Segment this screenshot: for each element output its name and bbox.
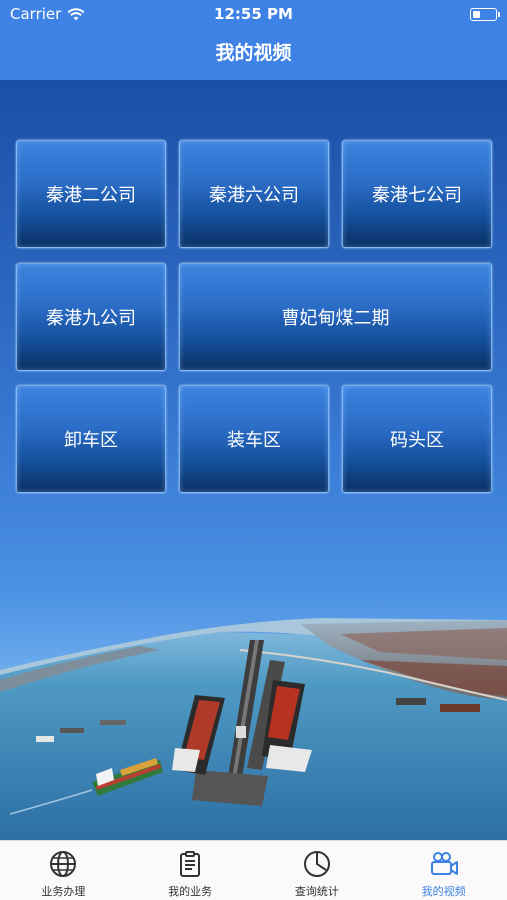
tile-unloading-area[interactable]: 卸车区 <box>16 385 166 493</box>
tile-qingang-7[interactable]: 秦港七公司 <box>342 140 492 248</box>
clipboard-icon <box>180 851 201 877</box>
header: Carrier 12:55 PM 我的视频 <box>0 0 507 80</box>
tile-label: 秦港七公司 <box>372 185 462 206</box>
tile-label: 秦港二公司 <box>46 185 136 206</box>
port-aerial-image <box>0 618 507 840</box>
battery-level <box>472 10 480 18</box>
tab-my-business[interactable]: 我的业务 <box>127 841 254 900</box>
tile-label: 装车区 <box>227 430 281 451</box>
tab-business[interactable]: 业务办理 <box>0 841 127 900</box>
tile-qingang-2[interactable]: 秦港二公司 <box>16 140 166 248</box>
page-title: 我的视频 <box>215 42 292 64</box>
tile-caofeidian-coal-phase2[interactable]: 曹妃甸煤二期 <box>179 263 492 371</box>
video-camera-icon <box>430 852 458 875</box>
status-time: 12:55 PM <box>214 5 293 23</box>
tab-label: 我的视频 <box>421 885 466 898</box>
tile-qingang-6[interactable]: 秦港六公司 <box>179 140 329 248</box>
tab-query-stats[interactable]: 查询统计 <box>254 841 381 900</box>
status-bar: Carrier 12:55 PM <box>0 0 507 28</box>
tile-loading-area[interactable]: 装车区 <box>179 385 329 493</box>
tab-label: 查询统计 <box>294 885 339 898</box>
tile-qingang-9[interactable]: 秦港九公司 <box>16 263 166 371</box>
video-main-panel: 秦港二公司 秦港六公司 秦港七公司 秦港九公司 曹妃甸煤二期 卸车区 装车区 码… <box>0 80 507 840</box>
tab-label: 我的业务 <box>168 885 213 898</box>
battery-icon <box>470 8 500 21</box>
tile-label: 码头区 <box>390 430 444 451</box>
tile-label: 卸车区 <box>64 430 118 451</box>
pie-chart-icon <box>303 851 330 877</box>
tab-bar: 业务办理 我的业务 查询统计 我的视频 <box>0 840 507 900</box>
tile-wharf-area[interactable]: 码头区 <box>342 385 492 493</box>
tile-label: 曹妃甸煤二期 <box>281 308 390 329</box>
tab-my-videos[interactable]: 我的视频 <box>380 841 507 900</box>
tile-label: 秦港九公司 <box>46 308 136 329</box>
tile-label: 秦港六公司 <box>209 185 299 206</box>
globe-icon <box>50 851 77 877</box>
tab-label: 业务办理 <box>41 885 86 898</box>
